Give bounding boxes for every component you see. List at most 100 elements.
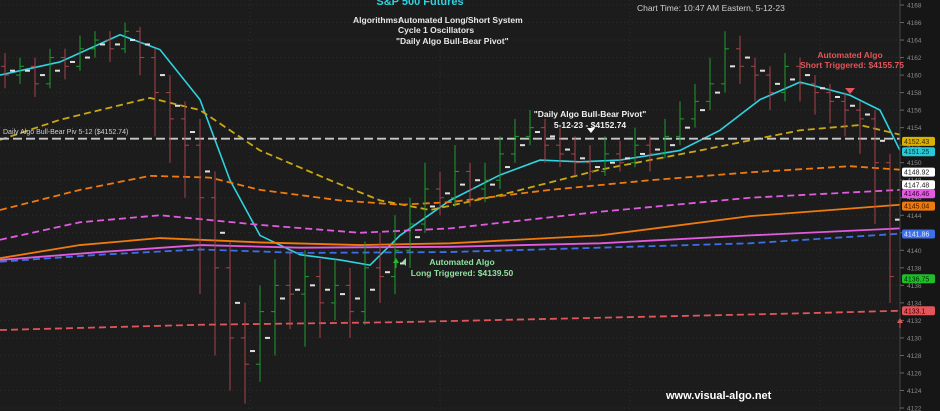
y-tick-label: 4168 (907, 3, 922, 10)
long-up-arrow-icon (393, 258, 399, 268)
y-tick-label: 4156 (907, 108, 922, 115)
short-trigger-down-arrow (845, 88, 855, 94)
candle-midpoint-marker (250, 350, 255, 353)
candle-midpoint-marker (295, 288, 300, 291)
candle-midpoint-marker (535, 131, 540, 134)
candle-midpoint-marker (655, 148, 660, 151)
candle-midpoint-marker (25, 69, 30, 72)
candle-midpoint-marker (55, 69, 60, 72)
candle (736, 35, 750, 84)
pivot-left-label: Daily Algo Bull-Bear Piv 5-12 ($4152.74) (3, 129, 129, 136)
candle (631, 127, 645, 168)
series-line-orange-dashed (0, 165, 901, 211)
candle-midpoint-marker (460, 183, 465, 186)
candle (286, 250, 300, 330)
algorithms-label: Algorithms: (353, 15, 401, 25)
candle (361, 241, 375, 325)
candle-midpoint-marker (520, 144, 525, 147)
candle (256, 285, 270, 382)
candle-midpoint-marker (775, 82, 780, 85)
y-tick-label: 4124 (907, 388, 922, 395)
candle-midpoint-marker (805, 74, 810, 77)
candle-midpoint-marker (340, 293, 345, 296)
candle (766, 66, 780, 111)
y-tick-label: 4166 (907, 20, 922, 27)
series-line-fast-ma (0, 33, 901, 267)
y-tick-label: 4140 (907, 248, 922, 255)
candle (841, 92, 855, 137)
candle (811, 75, 825, 115)
candle-midpoint-marker (235, 301, 240, 304)
candle-midpoint-marker (745, 56, 750, 59)
candle (301, 250, 315, 347)
candle-midpoint-marker (505, 166, 510, 169)
candle-midpoint-marker (820, 87, 825, 90)
grid (0, 0, 900, 411)
candle (211, 171, 225, 356)
candle (166, 75, 180, 163)
candle-midpoint-marker (610, 161, 615, 164)
candle-midpoint-marker (685, 126, 690, 129)
candle-midpoint-marker (730, 65, 735, 68)
candle (226, 241, 240, 391)
candle-midpoint-marker (265, 336, 270, 339)
candle-midpoint-marker (190, 131, 195, 134)
candles (1, 22, 900, 404)
y-tick-label: 4164 (907, 38, 922, 45)
candle-midpoint-marker (580, 157, 585, 160)
candle-midpoint-marker (70, 60, 75, 63)
y-tick-label: 4126 (907, 370, 922, 377)
candle-midpoint-marker (205, 170, 210, 173)
watermark: www.visual-algo.net (666, 390, 772, 402)
candle-midpoint-marker (385, 271, 390, 274)
candle (706, 57, 720, 111)
algorithm-1: Automated Long/Short System (398, 15, 523, 25)
candle (241, 302, 255, 404)
candle-midpoint-marker (625, 157, 630, 160)
y-tick-label: 4160 (907, 73, 922, 80)
candle (181, 101, 195, 198)
candle-midpoint-marker (100, 43, 105, 46)
candle-midpoint-marker (10, 69, 15, 72)
candle-midpoint-marker (565, 148, 570, 151)
candle-midpoint-marker (145, 43, 150, 46)
candle-midpoint-marker (430, 205, 435, 208)
y-tick-label: 4144 (907, 213, 922, 220)
price-label-text: 4151.25 (904, 149, 929, 156)
price-chart: 4122412441264128413041324134413641384140… (0, 0, 940, 411)
price-label-text: 4152.43 (904, 139, 929, 146)
candle-midpoint-marker (550, 135, 555, 138)
candle (376, 232, 390, 303)
candle (496, 136, 510, 189)
pivot-annotation-1: "Daily Algo Bull-Bear Pivot" (533, 109, 647, 119)
algorithm-3: "Daily Algo Bull-Bear Pivot" (396, 36, 509, 46)
y-tick-label: 4138 (907, 265, 922, 272)
y-tick-label: 4128 (907, 353, 922, 360)
y-tick-label: 4130 (907, 335, 922, 342)
y-tick-label: 4158 (907, 90, 922, 97)
y-tick-label: 4136 (907, 283, 922, 290)
short-trigger-label-2: Short Triggered: $4155.75 (800, 60, 904, 70)
candle-midpoint-marker (325, 288, 330, 291)
candle-midpoint-marker (355, 297, 360, 300)
y-tick-label: 4154 (907, 125, 922, 132)
candle (751, 57, 765, 102)
candle-midpoint-marker (40, 74, 45, 77)
candle-midpoint-marker (895, 218, 900, 221)
candle (331, 259, 345, 321)
candle-midpoint-marker (670, 144, 675, 147)
candle-midpoint-marker (760, 69, 765, 72)
candle-midpoint-marker (310, 284, 315, 287)
price-label-text: 4141.86 (904, 232, 929, 239)
candle-midpoint-marker (130, 39, 135, 42)
candle-midpoint-marker (85, 56, 90, 59)
candle-midpoint-marker (715, 91, 720, 94)
price-label-text: 4147.48 (904, 182, 929, 189)
candle (271, 259, 285, 356)
price-label-text: 4133.1 (904, 308, 926, 315)
candle-midpoint-marker (490, 183, 495, 186)
candle (781, 53, 795, 102)
price-label-text: 4146.46 (904, 191, 929, 198)
candle-midpoint-marker (865, 113, 870, 116)
candle-midpoint-marker (445, 192, 450, 195)
